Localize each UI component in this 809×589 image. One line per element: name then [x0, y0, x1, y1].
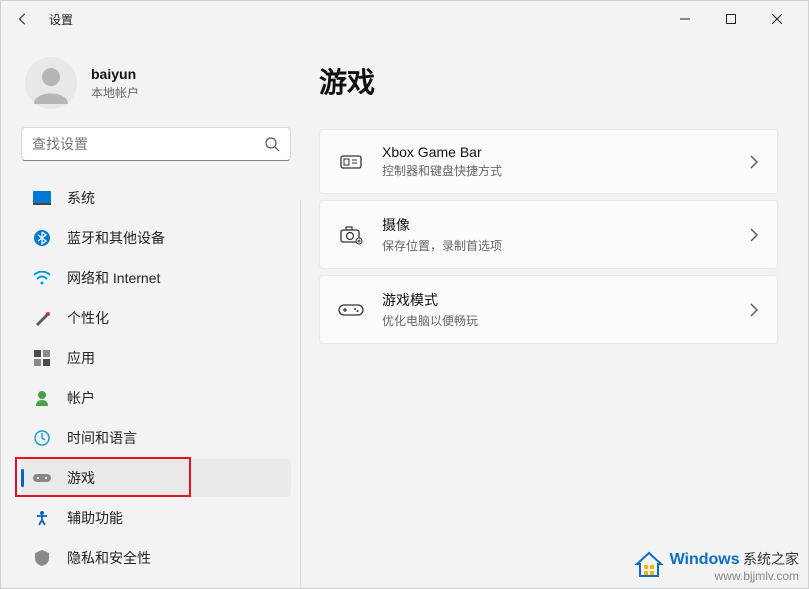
- sidebar-item-accessibility[interactable]: 辅助功能: [21, 499, 291, 537]
- sidebar-item-apps[interactable]: 应用: [21, 339, 291, 377]
- minimize-button[interactable]: [662, 3, 708, 35]
- sidebar-item-label: 辅助功能: [67, 508, 123, 528]
- apps-icon: [33, 349, 51, 367]
- chevron-right-icon: [749, 155, 759, 169]
- xbox-bar-icon: [338, 149, 364, 175]
- sidebar-item-privacy[interactable]: 隐私和安全性: [21, 539, 291, 577]
- sidebar-item-label: 网络和 Internet: [67, 268, 160, 288]
- person-icon: [28, 60, 74, 106]
- sidebar-item-label: 游戏: [67, 468, 95, 488]
- card-captures[interactable]: 摄像 保存位置，录制首选项: [319, 200, 778, 269]
- bluetooth-icon: [33, 229, 51, 247]
- watermark-cn: 系统之家: [743, 551, 799, 567]
- chevron-right-icon: [749, 303, 759, 317]
- maximize-icon: [726, 14, 736, 24]
- minimize-icon: [680, 14, 690, 24]
- card-title: Xbox Game Bar: [382, 144, 749, 160]
- camera-icon: [338, 222, 364, 248]
- gamepad-outline-icon: [338, 297, 364, 323]
- sidebar-item-label: 个性化: [67, 308, 109, 328]
- sidebar-item-label: 时间和语言: [67, 428, 137, 448]
- back-button[interactable]: [9, 5, 37, 33]
- window-title: 设置: [49, 11, 73, 28]
- wifi-icon: [33, 269, 51, 287]
- gamepad-icon: [33, 469, 51, 487]
- card-subtitle: 优化电脑以便畅玩: [382, 312, 749, 329]
- arrow-left-icon: [16, 12, 30, 26]
- sidebar-item-accounts[interactable]: 帐户: [21, 379, 291, 417]
- house-icon: [634, 550, 664, 580]
- sidebar-item-time-language[interactable]: 时间和语言: [21, 419, 291, 457]
- sidebar-item-gaming[interactable]: 游戏: [21, 459, 291, 497]
- page-title: 游戏: [319, 61, 778, 101]
- maximize-button[interactable]: [708, 3, 754, 35]
- username: baiyun: [91, 66, 139, 82]
- close-button[interactable]: [754, 3, 800, 35]
- avatar: [25, 57, 77, 109]
- sidebar-item-network[interactable]: 网络和 Internet: [21, 259, 291, 297]
- shield-icon: [33, 549, 51, 567]
- close-icon: [772, 14, 782, 24]
- card-subtitle: 控制器和键盘快捷方式: [382, 162, 749, 179]
- person-icon: [33, 389, 51, 407]
- profile-section[interactable]: baiyun 本地帐户: [21, 49, 291, 127]
- card-title: 摄像: [382, 215, 749, 235]
- card-subtitle: 保存位置，录制首选项: [382, 237, 749, 254]
- chevron-right-icon: [749, 228, 759, 242]
- card-game-mode[interactable]: 游戏模式 优化电脑以便畅玩: [319, 275, 778, 344]
- search-box[interactable]: [21, 127, 291, 161]
- card-xbox-game-bar[interactable]: Xbox Game Bar 控制器和键盘快捷方式: [319, 129, 778, 194]
- sidebar-item-personalization[interactable]: 个性化: [21, 299, 291, 337]
- sidebar-item-label: 帐户: [67, 388, 95, 408]
- sidebar-nav: 系统 蓝牙和其他设备 网络和 Internet 个性化 应用: [21, 179, 291, 577]
- search-input[interactable]: [32, 136, 264, 152]
- search-icon: [264, 136, 280, 152]
- watermark-brand: Windows: [670, 551, 740, 568]
- sidebar-item-label: 应用: [67, 348, 95, 368]
- watermark: Windows 系统之家 www.bjjmlv.com: [634, 549, 799, 581]
- sidebar-item-bluetooth[interactable]: 蓝牙和其他设备: [21, 219, 291, 257]
- account-type: 本地帐户: [91, 84, 139, 101]
- sidebar-item-label: 隐私和安全性: [67, 548, 151, 568]
- accessibility-icon: [33, 509, 51, 527]
- card-title: 游戏模式: [382, 290, 749, 310]
- sidebar-item-system[interactable]: 系统: [21, 179, 291, 217]
- watermark-url: www.bjjmlv.com: [715, 569, 799, 583]
- sidebar-item-label: 蓝牙和其他设备: [67, 228, 165, 248]
- sidebar-item-label: 系统: [67, 188, 95, 208]
- divider: [300, 200, 301, 588]
- brush-icon: [33, 309, 51, 327]
- clock-globe-icon: [33, 429, 51, 447]
- system-icon: [33, 189, 51, 207]
